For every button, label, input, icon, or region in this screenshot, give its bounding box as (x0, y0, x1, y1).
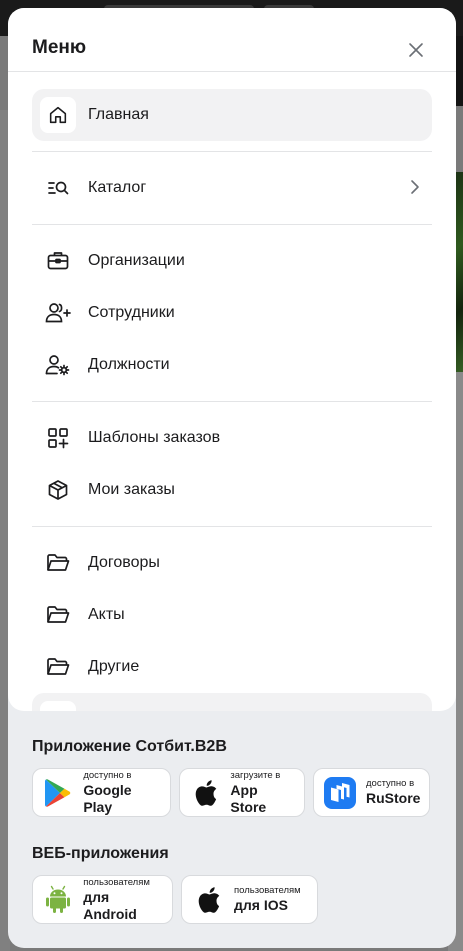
menu-item-acts[interactable]: Акты (32, 589, 432, 641)
web-app-badges: пользователям для Android пользователям … (32, 875, 442, 924)
store-badges: доступно в Google Play загрузите в App S… (32, 768, 442, 817)
menu-item-organizations[interactable]: Организации (32, 235, 432, 287)
rustore-icon (324, 776, 356, 809)
divider (32, 224, 432, 225)
menu-item-label: Акты (88, 606, 125, 623)
user-plus-icon (40, 295, 76, 331)
menu-item-label: Мои заказы (88, 481, 175, 498)
folder-icon (40, 545, 76, 581)
ios-web-app-badge[interactable]: пользователям для IOS (181, 875, 318, 924)
menu-item-positions[interactable]: Должности (32, 339, 432, 391)
close-button[interactable] (404, 38, 428, 62)
catalog-search-icon (40, 170, 76, 206)
apple-icon (192, 884, 224, 916)
badge-caption: пользователям (234, 885, 301, 896)
rustore-badge[interactable]: доступно в RuStore (313, 768, 430, 817)
badge-caption: доступно в (366, 778, 415, 789)
android-web-app-badge[interactable]: пользователям для Android (32, 875, 173, 924)
menu-item-label: Сотрудники (88, 304, 175, 321)
divider (32, 401, 432, 402)
web-apps-section-title: ВЕБ-приложения (32, 845, 169, 862)
folder-icon (40, 649, 76, 685)
menu-item-home[interactable]: Главная (32, 89, 432, 141)
menu-item-label: Главная (88, 106, 149, 123)
menu-item-label: Должности (88, 356, 170, 373)
home-icon (40, 97, 76, 133)
apple-icon (190, 777, 220, 809)
menu-item-employees[interactable]: Сотрудники (32, 287, 432, 339)
android-icon (43, 884, 73, 916)
apps-section: Приложение Сотбит.B2B доступно в Google … (32, 738, 442, 924)
menu-item-label: Организации (88, 252, 185, 269)
google-play-icon (43, 777, 73, 809)
menu-list: Главная Каталог Организации Сотрудники Д… (32, 89, 432, 693)
badge-caption: доступно в (83, 769, 132, 781)
menu-item-my-orders[interactable]: Мои заказы (32, 464, 432, 516)
menu-item-label: Договоры (88, 554, 160, 571)
box-icon (40, 472, 76, 508)
grid-plus-icon (40, 420, 76, 456)
chevron-right-icon (411, 180, 419, 194)
badge-caption: загрузите в (230, 769, 281, 781)
close-icon (409, 43, 423, 57)
apps-section-title: Приложение Сотбит.B2B (32, 738, 227, 755)
badge-store-name: App Store (230, 781, 267, 815)
menu-item-contracts[interactable]: Договоры (32, 537, 432, 589)
badge-store-name: RuStore (366, 790, 421, 806)
divider (32, 526, 432, 527)
briefcase-icon (40, 243, 76, 279)
web-apps-section: ВЕБ-приложения пользователям для Android… (32, 845, 442, 924)
menu-card: Меню Главная Каталог Организации Сотрудн… (8, 8, 456, 711)
menu-item-other[interactable]: Другие (32, 641, 432, 693)
menu-sheet: Меню Главная Каталог Организации Сотрудн… (8, 8, 456, 948)
menu-item-order-templates[interactable]: Шаблоны заказов (32, 412, 432, 464)
folder-icon (40, 597, 76, 633)
badge-platform-name: для Android (83, 888, 137, 922)
app-store-badge[interactable]: загрузите в App Store (179, 768, 305, 817)
menu-item-label: Каталог (88, 179, 147, 196)
menu-header: Меню (8, 8, 456, 72)
partial-icon (40, 701, 76, 711)
menu-item-partial[interactable] (32, 693, 432, 711)
menu-item-label: Другие (88, 658, 140, 675)
menu-item-catalog[interactable]: Каталог (32, 162, 432, 214)
badge-store-name: Google Play (83, 781, 132, 815)
badge-platform-name: для IOS (234, 897, 288, 913)
badge-caption: пользователям (83, 876, 150, 888)
user-gear-icon (40, 347, 76, 383)
menu-title: Меню (32, 37, 87, 58)
divider (32, 151, 432, 152)
google-play-badge[interactable]: доступно в Google Play (32, 768, 171, 817)
menu-item-label: Шаблоны заказов (88, 429, 221, 446)
